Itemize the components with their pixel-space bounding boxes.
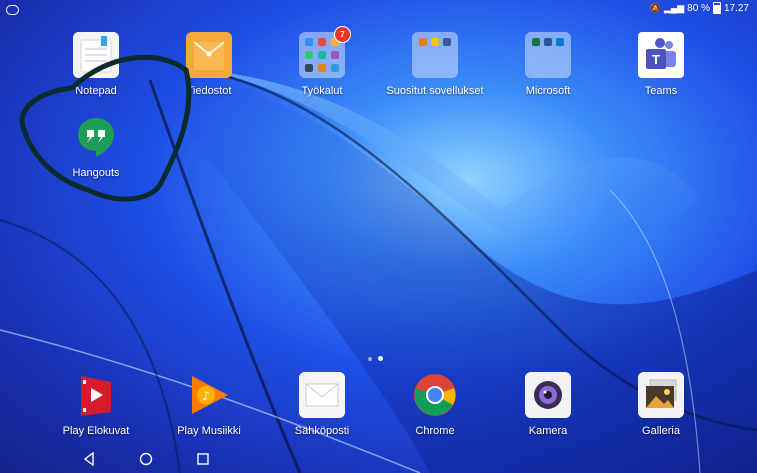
back-icon[interactable] — [82, 452, 96, 466]
app-label-galleria: Galleria — [642, 425, 680, 437]
teams-icon: T — [638, 32, 684, 78]
app-kamera[interactable]: Kamera — [493, 372, 603, 437]
app-label-play-elokuvat: Play Elokuvat — [62, 425, 130, 437]
status-right: 🔕 ▂▄▆ 80 % 17.27 — [650, 2, 749, 14]
app-label-tyokalut: Työkalut — [301, 85, 343, 97]
status-bar: 🔕 ▂▄▆ 80 % 17.27 — [0, 0, 757, 18]
app-label-chrome: Chrome — [415, 425, 455, 437]
app-teams[interactable]: T Teams — [606, 32, 716, 97]
clock: 17.27 — [723, 2, 749, 14]
message-notification-icon — [6, 5, 19, 15]
app-label-microsoft: Microsoft — [525, 85, 571, 97]
folder-files-icon — [186, 32, 232, 78]
app-label-tiedostot: Tiedostot — [186, 85, 232, 97]
email-icon — [299, 372, 345, 418]
app-tiedostot[interactable]: Tiedostot — [154, 32, 264, 97]
app-label-sahkoposti: Sähköposti — [294, 425, 350, 437]
microsoft-folder-icon — [525, 32, 571, 78]
camera-icon — [525, 372, 571, 418]
notification-badge: 7 — [334, 26, 351, 43]
page-dot-active[interactable] — [378, 356, 383, 361]
app-label-hangouts: Hangouts — [72, 167, 120, 179]
app-folder-tyokalut[interactable]: 7 Työkalut — [267, 26, 377, 97]
signal-icon: ▂▄▆ — [663, 3, 685, 13]
navigation-bar — [0, 448, 757, 473]
app-label-play-musiikki: Play Musiikki — [177, 425, 241, 437]
app-folder-suositut[interactable]: Suositut sovellukset — [380, 32, 490, 97]
play-movies-icon — [73, 372, 119, 418]
page-indicator — [368, 356, 383, 361]
app-chrome[interactable]: Chrome — [380, 372, 490, 437]
home-icon[interactable] — [139, 452, 153, 466]
tools-folder-icon: 7 — [299, 26, 351, 78]
app-label-teams: Teams — [644, 85, 678, 97]
app-sahkoposti[interactable]: Sähköposti — [267, 372, 377, 437]
notepad-icon — [73, 32, 119, 78]
gallery-icon — [638, 372, 684, 418]
app-play-elokuvat[interactable]: Play Elokuvat — [41, 372, 151, 437]
play-music-icon: ♪ — [186, 372, 232, 418]
app-notepad[interactable]: Notepad — [41, 32, 151, 97]
app-label-notepad: Notepad — [75, 85, 117, 97]
app-folder-microsoft[interactable]: Microsoft — [493, 32, 603, 97]
chrome-icon — [412, 372, 458, 418]
battery-percent: 80 % — [687, 2, 710, 14]
mute-icon: 🔕 — [649, 3, 661, 13]
hangouts-icon — [73, 114, 119, 160]
app-hangouts[interactable]: Hangouts — [41, 114, 151, 179]
svg-text:♪: ♪ — [202, 389, 210, 403]
app-galleria[interactable]: Galleria — [606, 372, 716, 437]
svg-text:T: T — [652, 52, 660, 67]
popular-apps-folder-icon — [412, 32, 458, 78]
app-label-suositut: Suositut sovellukset — [386, 85, 484, 97]
app-play-musiikki[interactable]: ♪ Play Musiikki — [154, 372, 264, 437]
page-dot[interactable] — [368, 356, 372, 361]
app-label-kamera: Kamera — [528, 425, 568, 437]
battery-icon — [712, 2, 721, 14]
status-left — [6, 2, 19, 20]
recents-icon[interactable] — [196, 452, 210, 466]
